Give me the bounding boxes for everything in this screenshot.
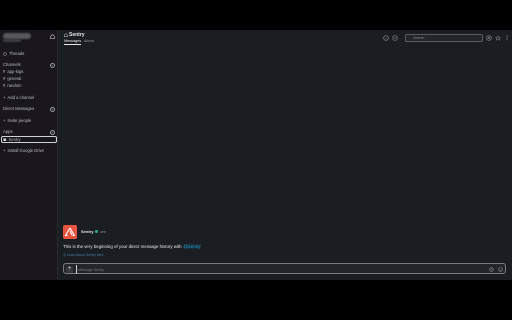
sidebar-item-label: Add a channel <box>7 95 35 100</box>
direct-messages-heading[interactable]: Direct Messages <box>3 106 34 112</box>
info-icon[interactable] <box>383 35 389 41</box>
more-options-icon[interactable] <box>504 35 510 41</box>
sidebar-item-channel[interactable]: # general <box>3 76 21 82</box>
channel-header: Sentry Messages About Search <box>59 30 512 46</box>
avatar[interactable] <box>63 225 77 239</box>
mention-at-icon[interactable] <box>489 267 494 272</box>
app-home-icon <box>64 33 68 37</box>
tab-about[interactable]: About <box>84 39 94 43</box>
sidebar-item-label: app-logs <box>7 69 24 74</box>
dm-intro-text: This is the very beginning of your direc… <box>63 244 201 249</box>
plus-icon: + <box>3 148 6 153</box>
main-panel: Sentry Messages About Search Sentry APP … <box>59 30 512 280</box>
sidebar: Threads Channels + # app-logs # general … <box>0 30 58 280</box>
bot-name-row: Sentry APP <box>81 229 106 234</box>
search-input[interactable]: Search <box>405 34 483 42</box>
learn-more-link[interactable]: ◎ Learn about Sentry here <box>63 253 104 257</box>
app-icon <box>3 138 7 141</box>
compose-icon[interactable] <box>49 33 56 40</box>
sidebar-item-channel[interactable]: # app-logs <box>3 69 23 75</box>
channels-heading[interactable]: Channels <box>3 62 21 68</box>
app-badge: APP <box>99 229 106 234</box>
sentry-logo-icon <box>64 227 76 237</box>
invite-people-button[interactable]: + Invite people <box>3 118 31 124</box>
sidebar-item-app[interactable]: Sentry <box>3 137 21 143</box>
apps-heading[interactable]: Apps <box>3 129 13 135</box>
message-input[interactable] <box>76 265 476 274</box>
sidebar-item-label: Threads <box>9 51 25 56</box>
plus-icon: + <box>3 118 6 123</box>
presence-indicator <box>95 230 98 233</box>
channel-title: Sentry <box>69 32 85 38</box>
star-icon[interactable] <box>495 35 501 41</box>
app-window: Threads Channels + # app-logs # general … <box>0 30 512 280</box>
threads-icon <box>3 52 7 56</box>
emoji-icon[interactable] <box>498 267 503 272</box>
mentions-icon[interactable] <box>486 35 492 41</box>
sidebar-item-label: random <box>7 83 22 88</box>
sidebar-item-label: Sentry <box>8 136 21 142</box>
sidebar-item-threads[interactable]: Threads <box>3 51 24 57</box>
plus-icon: + <box>3 95 6 100</box>
add-app-plus-icon[interactable]: + <box>50 129 55 135</box>
sidebar-item-channel[interactable]: # random <box>3 83 22 89</box>
history-icon[interactable] <box>392 35 398 41</box>
tab-messages[interactable]: Messages <box>64 39 82 45</box>
hash-icon: # <box>3 83 6 88</box>
workspace-header[interactable] <box>0 30 57 44</box>
install-google-drive-button[interactable]: + Install Google Drive <box>3 148 44 154</box>
sidebar-item-label: Invite people <box>7 118 32 123</box>
add-channel-plus-icon[interactable]: + <box>50 62 55 68</box>
message-composer: + <box>63 263 506 274</box>
add-channel-button[interactable]: + Add a channel <box>3 95 34 101</box>
sidebar-item-label: general <box>7 76 22 81</box>
add-dm-plus-icon[interactable]: + <box>50 106 55 112</box>
bot-name[interactable]: Sentry <box>81 229 93 234</box>
hash-icon: # <box>3 69 6 74</box>
intro-text: This is the very beginning of your direc… <box>63 244 182 249</box>
sidebar-item-label: Install Google Drive <box>7 148 44 153</box>
workspace-user <box>3 39 21 42</box>
help-icon: ◎ <box>63 252 66 257</box>
page-title[interactable]: Sentry <box>64 32 85 38</box>
hash-icon: # <box>3 76 6 81</box>
learn-more-label: Learn about Sentry here <box>66 252 104 257</box>
bot-mention-link[interactable]: @Sentry <box>182 244 201 249</box>
attach-plus-button[interactable]: + <box>66 266 73 273</box>
